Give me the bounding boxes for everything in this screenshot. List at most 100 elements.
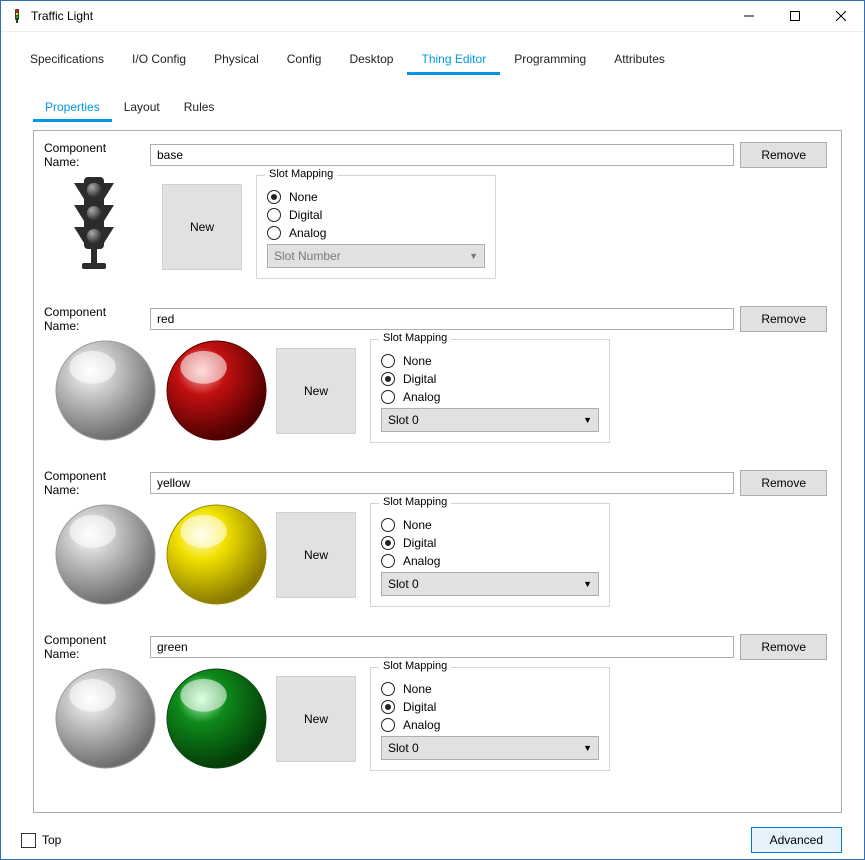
slot-mapping-group: Slot Mapping None Digital Analog Slot 0 …	[370, 503, 610, 607]
component-green: Component Name: Remove New Slot Mapping	[44, 633, 827, 771]
radio-label: Digital	[403, 536, 436, 550]
remove-button[interactable]: Remove	[740, 306, 827, 332]
sphere-grey	[54, 503, 157, 606]
remove-button[interactable]: Remove	[740, 470, 827, 496]
sphere-yellow	[165, 503, 268, 606]
sphere-grey	[54, 667, 157, 770]
window-title: Traffic Light	[31, 9, 726, 23]
radio-icon	[381, 390, 395, 404]
component-name-label: Component Name:	[44, 141, 144, 169]
tab-specifications[interactable]: Specifications	[16, 46, 118, 75]
footer: Top Advanced	[1, 821, 864, 859]
radio-label: Analog	[403, 390, 440, 404]
slot-number-value: Slot Number	[274, 249, 341, 263]
radio-label: None	[403, 354, 432, 368]
slot-number-value: Slot 0	[388, 741, 419, 755]
slot-mapping-title: Slot Mapping	[379, 332, 451, 344]
slot-mapping-analog[interactable]: Analog	[381, 718, 599, 732]
radio-icon	[381, 718, 395, 732]
sphere-red	[165, 339, 268, 442]
chevron-down-icon: ▼	[583, 415, 592, 425]
app-icon	[9, 8, 25, 24]
tab-programming[interactable]: Programming	[500, 46, 600, 75]
slot-mapping-digital[interactable]: Digital	[381, 700, 599, 714]
titlebar: Traffic Light	[1, 1, 864, 32]
slot-mapping-group: Slot Mapping None Digital Analog Slot Nu…	[256, 175, 496, 279]
slot-mapping-none[interactable]: None	[267, 190, 485, 204]
editor-area: Component Name: Remove New Slot Mapping …	[33, 130, 842, 813]
radio-icon	[267, 208, 281, 222]
tab-config[interactable]: Config	[273, 46, 336, 75]
maximize-button[interactable]	[772, 1, 818, 31]
radio-icon	[267, 226, 281, 240]
radio-icon	[381, 536, 395, 550]
traffic-light-icon	[54, 175, 134, 275]
radio-label: Digital	[403, 700, 436, 714]
new-button[interactable]: New	[162, 184, 242, 270]
component-name-input[interactable]	[150, 636, 734, 658]
slot-number-select[interactable]: Slot 0 ▼	[381, 408, 599, 432]
component-name-input[interactable]	[150, 308, 734, 330]
slot-mapping-analog[interactable]: Analog	[381, 554, 599, 568]
slot-number-value: Slot 0	[388, 413, 419, 427]
window: Traffic Light SpecificationsI/O ConfigPh…	[0, 0, 865, 860]
radio-icon	[381, 354, 395, 368]
new-button[interactable]: New	[276, 348, 356, 434]
slot-mapping-digital[interactable]: Digital	[381, 536, 599, 550]
slot-number-value: Slot 0	[388, 577, 419, 591]
radio-label: None	[403, 518, 432, 532]
slot-mapping-digital[interactable]: Digital	[267, 208, 485, 222]
component-name-label: Component Name:	[44, 633, 144, 661]
close-button[interactable]	[818, 1, 864, 31]
component-name-label: Component Name:	[44, 469, 144, 497]
main-tabs: SpecificationsI/O ConfigPhysicalConfigDe…	[1, 46, 864, 75]
component-name-input[interactable]	[150, 472, 734, 494]
top-label: Top	[42, 833, 61, 847]
top-checkbox[interactable]	[21, 833, 36, 848]
subtab-properties[interactable]: Properties	[33, 95, 112, 122]
slot-number-select[interactable]: Slot 0 ▼	[381, 572, 599, 596]
radio-icon	[381, 518, 395, 532]
component-red: Component Name: Remove New Slot Mapping	[44, 305, 827, 443]
component-scroll[interactable]: Component Name: Remove New Slot Mapping …	[34, 131, 841, 812]
chevron-down-icon: ▼	[583, 743, 592, 753]
slot-mapping-group: Slot Mapping None Digital Analog Slot 0 …	[370, 339, 610, 443]
sphere-grey	[54, 339, 157, 442]
radio-icon	[381, 700, 395, 714]
slot-mapping-digital[interactable]: Digital	[381, 372, 599, 386]
radio-label: Digital	[403, 372, 436, 386]
tab-attributes[interactable]: Attributes	[600, 46, 679, 75]
sub-tabs: PropertiesLayoutRules	[1, 95, 864, 122]
component-name-input[interactable]	[150, 144, 734, 166]
subtab-rules[interactable]: Rules	[172, 95, 227, 122]
slot-mapping-none[interactable]: None	[381, 682, 599, 696]
tab-desktop[interactable]: Desktop	[335, 46, 407, 75]
radio-label: None	[289, 190, 318, 204]
minimize-button[interactable]	[726, 1, 772, 31]
slot-mapping-analog[interactable]: Analog	[381, 390, 599, 404]
remove-button[interactable]: Remove	[740, 142, 827, 168]
tab-physical[interactable]: Physical	[200, 46, 273, 75]
subtab-layout[interactable]: Layout	[112, 95, 172, 122]
component-yellow: Component Name: Remove New Slot Mapping	[44, 469, 827, 607]
slot-mapping-none[interactable]: None	[381, 354, 599, 368]
tab-i-o-config[interactable]: I/O Config	[118, 46, 200, 75]
slot-mapping-analog[interactable]: Analog	[267, 226, 485, 240]
remove-button[interactable]: Remove	[740, 634, 827, 660]
new-button[interactable]: New	[276, 676, 356, 762]
radio-icon	[381, 682, 395, 696]
slot-mapping-none[interactable]: None	[381, 518, 599, 532]
advanced-button[interactable]: Advanced	[751, 827, 842, 853]
chevron-down-icon: ▼	[469, 251, 478, 261]
slot-mapping-title: Slot Mapping	[265, 168, 337, 180]
radio-label: Analog	[403, 718, 440, 732]
new-button[interactable]: New	[276, 512, 356, 598]
top-checkbox-row[interactable]: Top	[21, 833, 61, 848]
tab-thing-editor[interactable]: Thing Editor	[407, 46, 500, 75]
radio-icon	[267, 190, 281, 204]
radio-icon	[381, 372, 395, 386]
radio-label: Analog	[403, 554, 440, 568]
slot-number-select[interactable]: Slot 0 ▼	[381, 736, 599, 760]
radio-label: None	[403, 682, 432, 696]
radio-icon	[381, 554, 395, 568]
